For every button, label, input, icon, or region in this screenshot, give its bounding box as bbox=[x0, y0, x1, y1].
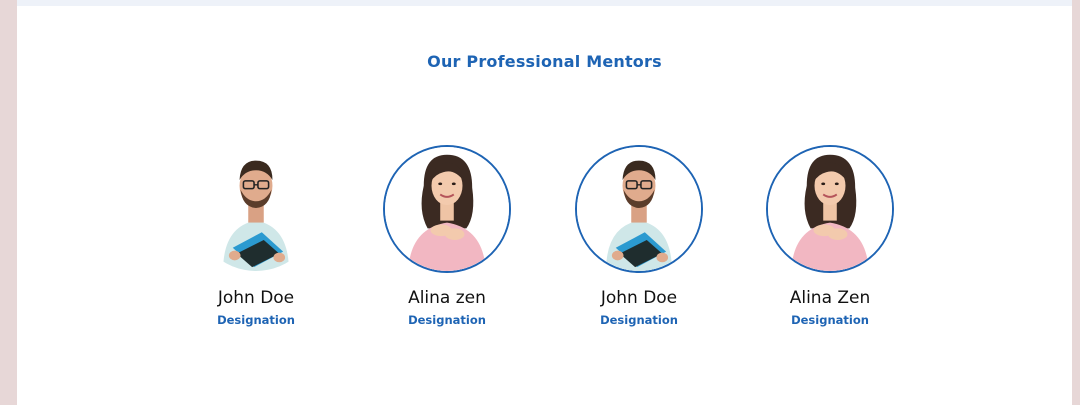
mentors-section: Our Professional Mentors John Doe Design… bbox=[17, 0, 1072, 405]
mentor-card[interactable]: Alina Zen Designation bbox=[760, 145, 900, 327]
mentor-name: John Doe bbox=[600, 288, 678, 308]
mentor-designation: Designation bbox=[408, 313, 486, 327]
mentor-designation: Designation bbox=[217, 313, 295, 327]
mentor-name: John Doe bbox=[217, 288, 295, 308]
mentor-card[interactable]: John Doe Designation bbox=[569, 145, 709, 327]
mentor-name: Alina Zen bbox=[789, 288, 871, 308]
female-mentor-photo bbox=[768, 147, 892, 271]
mentor-list: John Doe Designation Alina zen Designati… bbox=[17, 0, 1072, 405]
mentor-avatar[interactable] bbox=[575, 145, 703, 273]
female-mentor-photo bbox=[385, 147, 509, 271]
male-mentor-photo bbox=[194, 147, 318, 271]
mentor-designation: Designation bbox=[600, 313, 678, 327]
male-mentor-photo bbox=[577, 147, 701, 271]
mentor-card[interactable]: Alina zen Designation bbox=[377, 145, 517, 327]
mentor-avatar[interactable] bbox=[192, 145, 320, 273]
mentor-avatar[interactable] bbox=[383, 145, 511, 273]
mentor-designation: Designation bbox=[791, 313, 869, 327]
mentor-card[interactable]: John Doe Designation bbox=[186, 145, 326, 327]
mentor-avatar[interactable] bbox=[766, 145, 894, 273]
mentor-name: Alina zen bbox=[408, 288, 486, 308]
